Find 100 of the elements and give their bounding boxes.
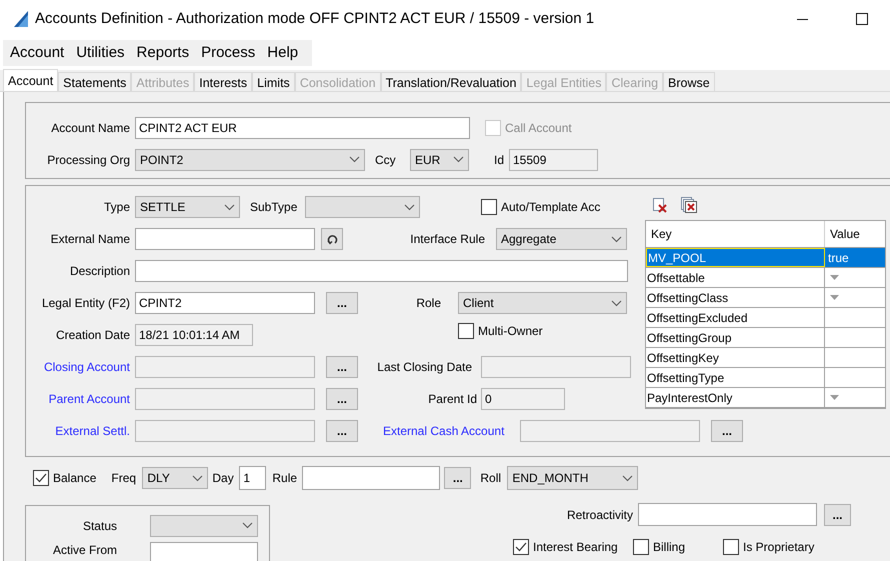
tab[interactable]: Browse [663,72,715,91]
checkbox-label: Auto/Template Acc [501,199,600,216]
field-label: Rule [272,470,298,487]
refresh-icon [326,234,338,244]
table-row[interactable]: OffsettingGroup [646,328,885,348]
chevron-icon [242,522,253,529]
tab[interactable]: Limits [252,72,295,91]
column-header[interactable]: Value [825,221,885,247]
chevron-icon [192,474,204,482]
table-row[interactable]: OffsettingType [646,368,885,388]
checkbox-label: Balance [53,470,96,487]
field-label: Interface Rule [409,231,485,248]
field-label: External Settl. [54,423,130,440]
checkbox[interactable] [33,470,49,486]
field-label: Legal Entity (F2) [40,295,130,312]
dropdown[interactable]: END_MONTH [507,466,638,490]
page-x-icon[interactable] [652,197,668,213]
caret-icon[interactable] [830,295,839,300]
checkbox-label: Is Proprietary [743,539,814,556]
chevron-icon [404,204,415,210]
chevron-icon [622,474,634,482]
dropdown[interactable] [150,514,258,536]
dropdown[interactable]: EUR [410,148,469,170]
input-field[interactable]: CPINT2 ACT EUR [135,117,470,139]
maximize-icon[interactable] [856,13,868,25]
dropdown[interactable]: DLY [142,467,208,489]
table-cell: PayInterestOnly [646,388,825,407]
checkbox[interactable] [513,539,529,555]
table-cell: OffsettingGroup [646,328,825,347]
input-field[interactable]: 1 [239,466,266,490]
field-label: Parent Account [48,391,130,408]
checkbox[interactable] [633,539,649,555]
menu-item[interactable]: Reports [134,42,192,64]
browse-button[interactable]: ... [824,504,851,526]
field-label: Active From [52,543,117,557]
checkbox[interactable] [723,539,739,555]
chevron-icon [224,204,235,210]
dropdown[interactable]: POINT2 [135,148,365,170]
table-row[interactable]: OffsettingKey [646,348,885,368]
column-header[interactable]: Key [646,221,825,247]
logo-icon [12,11,30,27]
field-label: Creation Date [54,327,130,344]
menu-item[interactable]: Process [198,42,258,64]
field-label: Last Closing Date [376,359,472,376]
table-cell: OffsettingClass [646,288,825,307]
table-row[interactable]: PayInterestOnly [646,388,885,408]
window-title: Accounts Definition - Authorization mode OFF CPINT2 ACT EUR / 15509 - version 1 [35,8,594,29]
field-label: Id [494,152,506,168]
field-label: Role [415,295,441,312]
dropdown[interactable]: Aggregate [496,228,627,250]
caret-icon[interactable] [830,275,839,280]
field-label: Ccy [375,152,397,168]
field-label: Roll [480,470,502,487]
browse-button[interactable]: ... [444,467,472,489]
stacked-pages-x-icon[interactable] [680,196,698,214]
tab[interactable]: Interests [194,72,252,91]
input-field[interactable] [135,260,628,282]
field-label: External Name [50,231,130,248]
field-label: Retroactivity [566,506,633,524]
table-cell: Offsettable [646,268,825,287]
checkbox[interactable] [481,199,497,215]
field-label: Freq [111,470,138,487]
checkbox-label: Multi-Owner [478,322,543,340]
chevron-icon [611,236,622,242]
table-cell-text: true [828,250,849,266]
input-field[interactable] [638,503,817,526]
field-label: Closing Account [42,359,130,376]
input-field[interactable] [135,228,315,250]
input-field[interactable] [150,542,258,561]
table-cell: MV_POOL [646,248,825,267]
refresh-button[interactable] [321,228,343,250]
table-cell: OffsettingExcluded [646,308,825,327]
input-field[interactable]: CPINT2 [135,292,315,314]
browse-button[interactable]: ... [326,292,358,314]
menu-item[interactable]: Help [264,42,302,64]
field-label: Day [212,470,235,487]
table-row[interactable]: OffsettingExcluded [646,308,885,328]
chevron-icon [349,156,360,163]
tab[interactable]: Translation/Revaluation [380,72,522,91]
field-label: Type [102,199,130,216]
chevron-icon [453,156,464,163]
table-row[interactable]: MV_POOL true [646,248,885,268]
input-field[interactable] [302,466,440,490]
checkbox-label: Billing [653,539,686,556]
checkbox-label: Interest Bearing [533,539,618,556]
checkbox[interactable] [458,322,474,338]
field-label: SubType [250,199,298,216]
field-label: Account Name [50,120,130,137]
tab[interactable]: Account [3,69,58,91]
field-label: Status [82,518,117,534]
field-label: External Cash Account [383,423,506,440]
dropdown[interactable]: SETTLE [135,196,240,218]
table-row[interactable]: OffsettingClass [646,288,885,308]
menu-item[interactable]: Account [7,42,68,64]
table-row[interactable]: Offsettable [646,268,885,288]
menu-item[interactable]: Utilities [73,42,128,64]
caret-icon[interactable] [830,395,839,400]
tab[interactable]: Statements [58,72,132,91]
dropdown[interactable] [305,196,420,218]
dropdown[interactable]: Client [458,292,627,314]
